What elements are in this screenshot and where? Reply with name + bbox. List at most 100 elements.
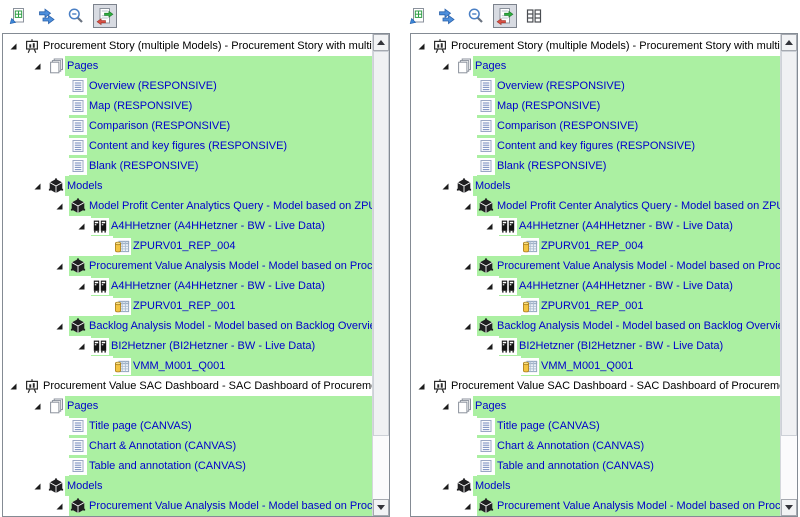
tree-node-story[interactable]: Procurement Story (multiple Models) - Pr… <box>411 36 780 56</box>
tree-node-system[interactable]: BI2Hetzner (BI2Hetzner - BW - Live Data) <box>3 336 372 356</box>
tree-node-model[interactable]: Models <box>411 176 780 196</box>
tree-node-page[interactable]: Table and annotation (CANVAS) <box>3 456 372 476</box>
expander-icon[interactable] <box>55 316 69 336</box>
tree-node-system[interactable]: BI2Hetzner (BI2Hetzner - BW - Live Data) <box>411 336 780 356</box>
tree-node-model[interactable]: Backlog Analysis Model - Model based on … <box>411 316 780 336</box>
tree-node-page[interactable]: Map (RESPONSIVE) <box>411 96 780 116</box>
tree-node-model[interactable]: Model Profit Center Analytics Query - Mo… <box>411 196 780 216</box>
tree-node-model[interactable]: Models <box>411 476 780 496</box>
transfer-button[interactable] <box>35 4 59 28</box>
zoom-out-button[interactable] <box>464 4 488 28</box>
vertical-scrollbar[interactable] <box>372 34 389 516</box>
tree-node-model[interactable]: Procurement Value Analysis Model - Model… <box>3 496 372 516</box>
tree-node-page[interactable]: Map (RESPONSIVE) <box>3 96 372 116</box>
page-icon <box>477 138 495 155</box>
expander-icon[interactable] <box>485 276 499 296</box>
expander-icon[interactable] <box>417 36 431 56</box>
expander-icon[interactable] <box>55 496 69 516</box>
tree-node-page[interactable]: Chart & Annotation (CANVAS) <box>3 436 372 456</box>
vertical-scrollbar[interactable] <box>780 34 797 516</box>
tree-node-model[interactable]: Models <box>3 476 372 496</box>
expander-icon[interactable] <box>463 316 477 336</box>
pages-icon <box>455 58 473 75</box>
scroll-down-button[interactable] <box>373 499 389 516</box>
tree-node-system[interactable]: A4HHetzner (A4HHetzner - BW - Live Data) <box>3 216 372 236</box>
tree-node-page[interactable]: Blank (RESPONSIVE) <box>411 156 780 176</box>
tree-node-label: Pages <box>473 60 508 72</box>
tree-node-story[interactable]: Procurement Value SAC Dashboard - SAC Da… <box>411 376 780 396</box>
tree-node-page[interactable]: Comparison (RESPONSIVE) <box>411 116 780 136</box>
tree-node-story[interactable]: Procurement Story (multiple Models) - Pr… <box>3 36 372 56</box>
tree-node-system[interactable]: A4HHetzner (A4HHetzner - BW - Live Data) <box>3 276 372 296</box>
tree-node-page[interactable]: Chart & Annotation (CANVAS) <box>411 436 780 456</box>
zoom-out-button[interactable] <box>64 4 88 28</box>
tree-node-model[interactable]: Models <box>3 176 372 196</box>
tree-node-page[interactable]: Content and key figures (RESPONSIVE) <box>411 136 780 156</box>
expander-icon[interactable] <box>33 396 47 416</box>
tree-node-story[interactable]: Procurement Value SAC Dashboard - SAC Da… <box>3 376 372 396</box>
side-by-side-view-button[interactable] <box>522 4 546 28</box>
show-differences-button[interactable] <box>493 4 517 28</box>
tree-node-model[interactable]: Model Profit Center Analytics Query - Mo… <box>3 196 372 216</box>
scroll-up-button[interactable] <box>373 34 389 51</box>
expander-icon[interactable] <box>441 396 455 416</box>
tree-node-model[interactable]: Procurement Value Analysis Model - Model… <box>411 496 780 516</box>
expander-icon[interactable] <box>77 216 91 236</box>
tree-node-pages[interactable]: Pages <box>3 396 372 416</box>
tree-node-model[interactable]: Procurement Value Analysis Model - Model… <box>3 256 372 276</box>
expander-icon[interactable] <box>463 496 477 516</box>
tree-node-page[interactable]: Content and key figures (RESPONSIVE) <box>3 136 372 156</box>
tree-node-page[interactable]: Overview (RESPONSIVE) <box>3 76 372 96</box>
tree-node-system[interactable]: A4HHetzner (A4HHetzner - BW - Live Data) <box>411 216 780 236</box>
tree-node-pages[interactable]: Pages <box>411 396 780 416</box>
tree-node-page[interactable]: Title page (CANVAS) <box>411 416 780 436</box>
changed-highlight: Pages <box>65 396 372 416</box>
scrollbar-thumb[interactable] <box>781 51 797 436</box>
tree-node-page[interactable]: Overview (RESPONSIVE) <box>411 76 780 96</box>
expander-icon[interactable] <box>441 176 455 196</box>
tree-node-page[interactable]: Table and annotation (CANVAS) <box>411 456 780 476</box>
changed-highlight: Map (RESPONSIVE) <box>69 96 372 116</box>
expander-icon[interactable] <box>77 336 91 356</box>
tree-node-query[interactable]: VMM_M001_Q001 <box>411 356 780 376</box>
expander-icon[interactable] <box>463 196 477 216</box>
export-excel-button[interactable] <box>6 4 30 28</box>
scrollbar-track[interactable] <box>373 51 389 499</box>
tree-node-pages[interactable]: Pages <box>411 56 780 76</box>
tree-node-pages[interactable]: Pages <box>3 56 372 76</box>
expander-icon[interactable] <box>33 176 47 196</box>
tree-node-label: A4HHetzner (A4HHetzner - BW - Live Data) <box>517 220 735 232</box>
expander-icon[interactable] <box>485 336 499 356</box>
expander-icon[interactable] <box>441 56 455 76</box>
tree-node-query[interactable]: ZPURV01_REP_001 <box>3 296 372 316</box>
expander-icon[interactable] <box>485 216 499 236</box>
scrollbar-track[interactable] <box>781 51 797 499</box>
tree-node-query[interactable]: VMM_M001_Q001 <box>3 356 372 376</box>
expander-icon[interactable] <box>55 256 69 276</box>
tree-node-page[interactable]: Title page (CANVAS) <box>3 416 372 436</box>
expander-icon[interactable] <box>77 276 91 296</box>
expander-icon[interactable] <box>441 476 455 496</box>
tree-node-page[interactable]: Comparison (RESPONSIVE) <box>3 116 372 136</box>
expander-icon[interactable] <box>9 36 23 56</box>
tree-node-query[interactable]: ZPURV01_REP_004 <box>3 236 372 256</box>
expander-icon[interactable] <box>33 56 47 76</box>
expander-icon[interactable] <box>463 256 477 276</box>
scrollbar-thumb[interactable] <box>373 51 389 436</box>
scroll-down-button[interactable] <box>781 499 797 516</box>
expander-icon[interactable] <box>33 476 47 496</box>
scroll-up-button[interactable] <box>781 34 797 51</box>
tree-node-system[interactable]: A4HHetzner (A4HHetzner - BW - Live Data) <box>411 276 780 296</box>
expander-icon[interactable] <box>55 196 69 216</box>
tree-node-query[interactable]: ZPURV01_REP_004 <box>411 236 780 256</box>
tree-node-page[interactable]: Blank (RESPONSIVE) <box>3 156 372 176</box>
indent-spacer <box>3 336 77 356</box>
expander-icon[interactable] <box>9 376 23 396</box>
expander-icon[interactable] <box>417 376 431 396</box>
transfer-button[interactable] <box>435 4 459 28</box>
tree-node-query[interactable]: ZPURV01_REP_001 <box>411 296 780 316</box>
tree-node-model[interactable]: Procurement Value Analysis Model - Model… <box>411 256 780 276</box>
show-differences-button[interactable] <box>93 4 117 28</box>
export-excel-button[interactable] <box>406 4 430 28</box>
tree-node-model[interactable]: Backlog Analysis Model - Model based on … <box>3 316 372 336</box>
